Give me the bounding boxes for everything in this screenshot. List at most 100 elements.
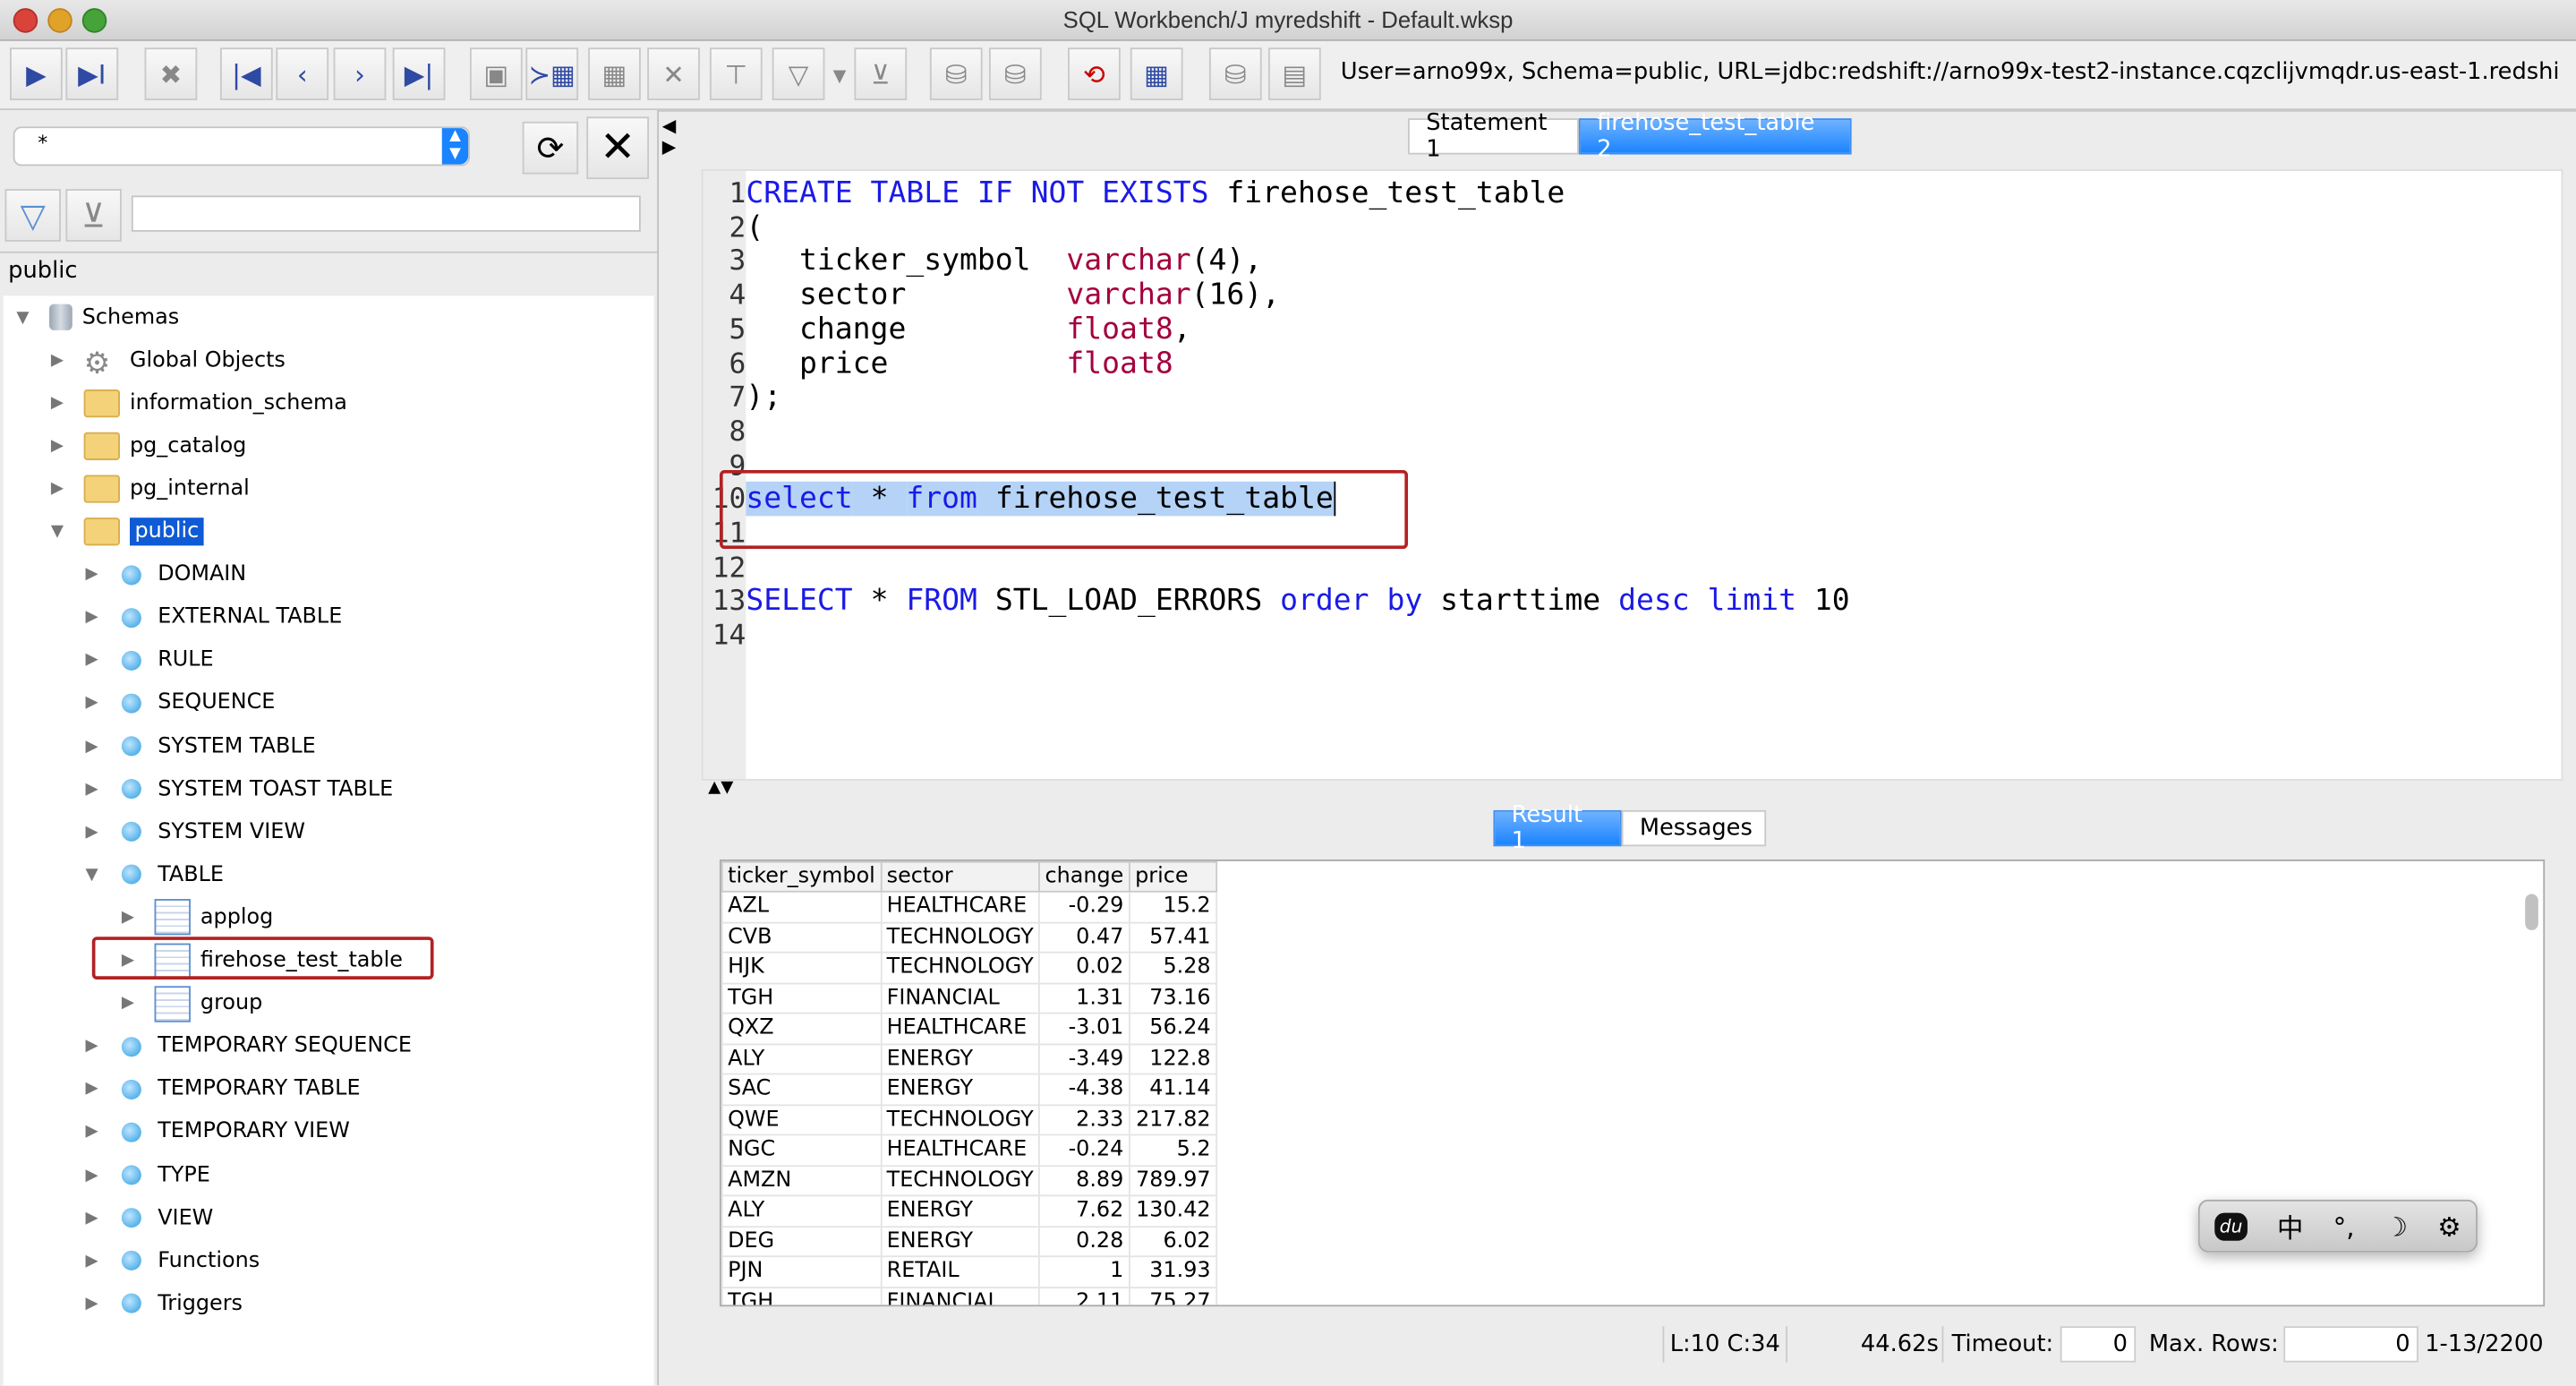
tree-item[interactable]: ▶ TEMPORARY VIEW <box>85 1112 349 1151</box>
schema-select[interactable]: * ▲ ▼ <box>13 126 470 167</box>
table-cell-change[interactable]: -0.29 <box>1038 890 1130 923</box>
column-header-change[interactable]: change <box>1038 860 1130 893</box>
delete-row-button[interactable]: ✕ <box>647 47 700 100</box>
apply-filter-button[interactable]: ▽ <box>4 189 61 242</box>
table-cell-change[interactable]: 0.47 <box>1038 920 1130 954</box>
tree-item[interactable]: ▶ Triggers <box>85 1284 242 1323</box>
collapsed-arrow-icon[interactable]: ▶ <box>85 1038 101 1056</box>
table-cell-price[interactable]: 56.24 <box>1128 1012 1217 1045</box>
table-row[interactable]: SAC ENERGY -4.38 41.14 <box>721 1073 1217 1106</box>
tree-item[interactable]: ▶ Functions <box>85 1241 260 1280</box>
table-cell-change[interactable]: 8.89 <box>1038 1164 1130 1197</box>
table-row[interactable]: ALY ENERGY -3.49 122.8 <box>721 1042 1217 1075</box>
gear-icon[interactable]: ⚙ <box>2437 1211 2461 1242</box>
table-cell-ticker_symbol[interactable]: TGH <box>721 981 883 1014</box>
table-cell-sector[interactable]: RETAIL <box>880 1255 1040 1288</box>
table-cell-change[interactable]: -3.49 <box>1038 1042 1130 1075</box>
table-cell-price[interactable]: 5.2 <box>1128 1134 1217 1167</box>
collapsed-arrow-icon[interactable]: ▶ <box>85 780 101 798</box>
connection-info-button[interactable]: ▤ <box>1268 47 1321 100</box>
table-cell-price[interactable]: 57.41 <box>1128 920 1217 954</box>
table-cell-price[interactable]: 31.93 <box>1128 1255 1217 1288</box>
tab-statement-1[interactable]: Statement 1 <box>1408 110 1579 163</box>
table-cell-sector[interactable]: HEALTHCARE <box>880 890 1040 923</box>
table-cell-ticker_symbol[interactable]: AMZN <box>721 1164 883 1197</box>
column-header-sector[interactable]: sector <box>880 860 1040 893</box>
tree-item[interactable]: ▶ TEMPORARY SEQUENCE <box>85 1027 411 1066</box>
table-row[interactable]: HJK TECHNOLOGY 0.02 5.28 <box>721 951 1217 984</box>
table-cell-change[interactable]: 2.33 <box>1038 1103 1130 1136</box>
moon-icon[interactable]: ☽ <box>2384 1211 2408 1242</box>
insert-row-button[interactable]: ≻▦ <box>525 47 579 100</box>
tree-item[interactable]: ▶ SYSTEM VIEW <box>85 812 304 851</box>
refresh-button[interactable]: ⟳ <box>522 121 579 175</box>
table-cell-price[interactable]: 789.97 <box>1128 1164 1217 1197</box>
table-cell-ticker_symbol[interactable]: TGH <box>721 1286 883 1305</box>
rollback-button[interactable]: ⛁ <box>988 47 1042 100</box>
last-button[interactable]: ▶| <box>392 47 446 100</box>
tree-item[interactable]: ▶ EXTERNAL TABLE <box>85 598 342 637</box>
collapsed-arrow-icon[interactable]: ▶ <box>85 1295 101 1313</box>
divider-arrows-icon[interactable]: ▲▼ <box>708 779 733 797</box>
table-cell-sector[interactable]: ENERGY <box>880 1225 1040 1258</box>
tree-item[interactable]: ▶ ⚙ Global Objects <box>51 340 286 381</box>
collapsed-arrow-icon[interactable]: ▶ <box>85 737 101 755</box>
tree-item[interactable]: ▶ TEMPORARY TABLE <box>85 1070 360 1109</box>
table-cell-change[interactable]: 0.28 <box>1038 1225 1130 1258</box>
table-cell-price[interactable]: 75.27 <box>1128 1286 1217 1305</box>
table-cell-sector[interactable]: HEALTHCARE <box>880 1134 1040 1167</box>
expanded-arrow-icon[interactable]: ▼ <box>51 523 67 541</box>
tree-item[interactable]: ▶ SEQUENCE <box>85 683 275 723</box>
table-row[interactable]: CVB TECHNOLOGY 0.47 57.41 <box>721 920 1217 954</box>
table-cell-ticker_symbol[interactable]: PJN <box>721 1255 883 1288</box>
reset-filter-button[interactable]: ⊻ <box>65 189 122 242</box>
tab-messages[interactable]: Messages <box>1621 809 1767 847</box>
execute-current-button[interactable]: ▶I <box>65 47 119 100</box>
table-cell-sector[interactable]: ENERGY <box>880 1042 1040 1075</box>
collapsed-arrow-icon[interactable]: ▶ <box>85 1209 101 1227</box>
table-cell-price[interactable]: 41.14 <box>1128 1073 1217 1106</box>
tab-firehose_test_table-2[interactable]: firehose_test_table 2 <box>1578 110 1852 163</box>
table-cell-sector[interactable]: TECHNOLOGY <box>880 1103 1040 1136</box>
table-cell-change[interactable]: 0.02 <box>1038 951 1130 984</box>
table-row[interactable]: TGH FINANCIAL 1.31 73.16 <box>721 981 1217 1014</box>
table-cell-ticker_symbol[interactable]: AZL <box>721 890 883 923</box>
table-cell-sector[interactable]: TECHNOLOGY <box>880 1164 1040 1197</box>
copy-row-button[interactable]: ▦ <box>588 47 641 100</box>
collapsed-arrow-icon[interactable]: ▶ <box>51 394 67 412</box>
tab-result-1[interactable]: Result 1 <box>1493 802 1622 854</box>
table-cell-sector[interactable]: HEALTHCARE <box>880 1012 1040 1045</box>
table-row[interactable]: TGH FINANCIAL 2.11 75.27 <box>721 1286 1217 1305</box>
table-row[interactable]: QXZ HEALTHCARE -3.01 56.24 <box>721 1012 1217 1045</box>
max-rows-input[interactable]: 0 <box>2283 1326 2418 1363</box>
table-cell-price[interactable]: 122.8 <box>1128 1042 1217 1075</box>
next-button[interactable]: › <box>333 47 387 100</box>
table-cell-change[interactable]: 1 <box>1038 1255 1130 1288</box>
tree-item[interactable]: ▼ public <box>51 512 204 552</box>
table-cell-sector[interactable]: FINANCIAL <box>880 981 1040 1014</box>
collapsed-arrow-icon[interactable]: ▶ <box>122 909 138 927</box>
ime-chinese-mode-button[interactable]: 中 <box>2277 1206 2303 1245</box>
table-cell-sector[interactable]: TECHNOLOGY <box>880 951 1040 984</box>
ime-punctuation-button[interactable]: °, <box>2333 1211 2355 1242</box>
first-button[interactable]: |◀ <box>219 47 273 100</box>
table-row[interactable]: PJN RETAIL 1 31.93 <box>721 1255 1217 1288</box>
table-cell-ticker_symbol[interactable]: CVB <box>721 920 883 954</box>
tree-item[interactable]: ▶ group <box>122 984 262 1023</box>
vertical-scrollbar[interactable] <box>2525 894 2538 930</box>
save-button[interactable]: ▣ <box>469 47 523 100</box>
table-cell-change[interactable]: 1.31 <box>1038 981 1130 1014</box>
filter-button[interactable]: ▽ <box>772 47 825 100</box>
collapsed-arrow-icon[interactable]: ▶ <box>85 1252 101 1270</box>
table-row[interactable]: QWE TECHNOLOGY 2.33 217.82 <box>721 1103 1217 1136</box>
table-cell-ticker_symbol[interactable]: DEG <box>721 1225 883 1258</box>
table-cell-sector[interactable]: ENERGY <box>880 1073 1040 1106</box>
table-cell-change[interactable]: -4.38 <box>1038 1073 1130 1106</box>
collapsed-arrow-icon[interactable]: ▶ <box>85 1123 101 1141</box>
table-cell-ticker_symbol[interactable]: NGC <box>721 1134 883 1167</box>
tree-item[interactable]: ▶ VIEW <box>85 1198 213 1237</box>
collapsed-arrow-icon[interactable]: ▶ <box>85 1166 101 1184</box>
tree-item[interactable]: ▶ SYSTEM TABLE <box>85 726 315 766</box>
table-cell-change[interactable]: -0.24 <box>1038 1134 1130 1167</box>
collapsed-arrow-icon[interactable]: ▶ <box>85 608 101 626</box>
